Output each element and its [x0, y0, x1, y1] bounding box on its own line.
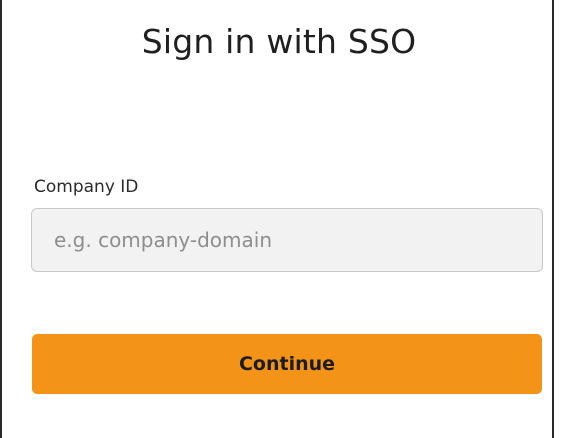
continue-button[interactable]: Continue [32, 334, 542, 394]
company-id-input[interactable] [31, 208, 543, 272]
page-title: Sign in with SSO [141, 22, 417, 61]
company-id-label: Company ID [34, 177, 139, 197]
sso-sign-in-panel: Sign in with SSO Company ID Continue [0, 0, 554, 438]
